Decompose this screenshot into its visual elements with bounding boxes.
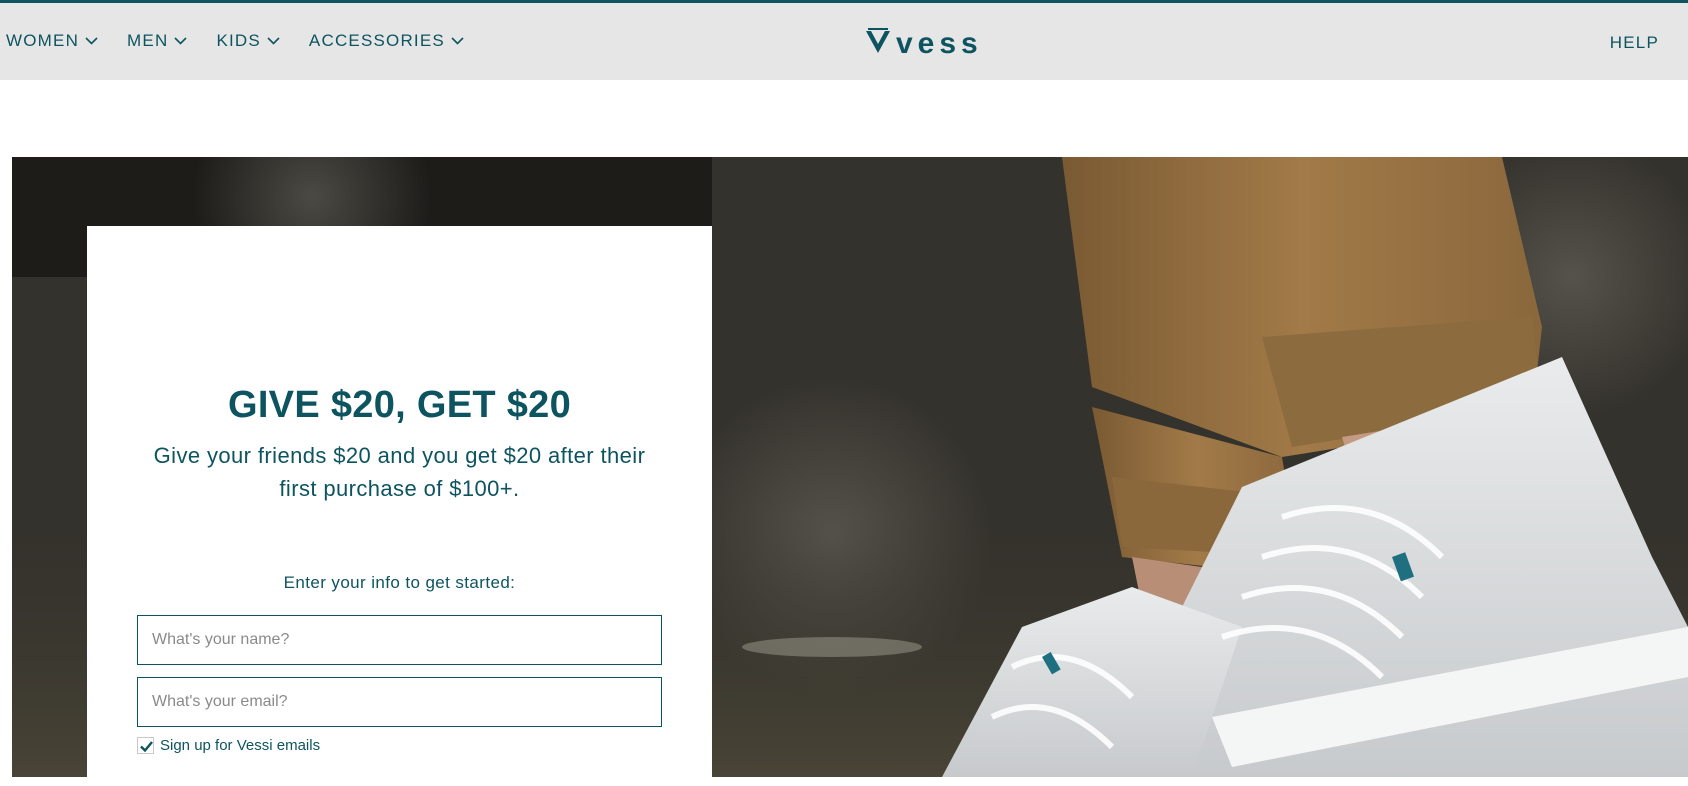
chevron-down-icon bbox=[451, 37, 464, 45]
help-link[interactable]: HELP bbox=[1610, 33, 1659, 53]
vessi-logo[interactable]: vessi bbox=[864, 27, 984, 57]
nav-item-men[interactable]: MEN bbox=[127, 31, 188, 51]
nav-item-label: KIDS bbox=[216, 31, 261, 50]
email-signup-label: Sign up for Vessi emails bbox=[160, 737, 321, 754]
checkmark-icon bbox=[140, 741, 153, 753]
referral-card: GIVE $20, GET $20 Give your friends $20 … bbox=[87, 226, 712, 786]
email-signup-option[interactable]: Sign up for Vessi emails bbox=[137, 737, 320, 754]
nav-item-label: MEN bbox=[127, 31, 169, 50]
name-field[interactable] bbox=[137, 615, 662, 665]
referral-subtitle: Give your friends $20 and you get $20 af… bbox=[153, 443, 646, 501]
form-prompt: Enter your info to get started: bbox=[283, 573, 516, 592]
top-navigation-bar: WOMEN MEN KIDS ACCESSORIES vessi HELP bbox=[0, 0, 1688, 80]
main-nav: WOMEN MEN KIDS ACCESSORIES bbox=[6, 31, 493, 51]
nav-item-label: WOMEN bbox=[6, 31, 80, 50]
email-field[interactable] bbox=[137, 677, 662, 727]
email-signup-checkbox[interactable] bbox=[137, 737, 154, 754]
referral-title: GIVE $20, GET $20 bbox=[227, 384, 572, 426]
chevron-down-icon bbox=[267, 37, 280, 45]
chevron-down-icon bbox=[85, 37, 98, 45]
nav-item-accessories[interactable]: ACCESSORIES bbox=[309, 31, 464, 51]
svg-text:vessi: vessi bbox=[896, 27, 984, 57]
nav-item-women[interactable]: WOMEN bbox=[6, 31, 98, 51]
chevron-down-icon bbox=[174, 37, 188, 45]
nav-item-kids[interactable]: KIDS bbox=[216, 31, 280, 51]
nav-item-label: ACCESSORIES bbox=[308, 31, 445, 50]
